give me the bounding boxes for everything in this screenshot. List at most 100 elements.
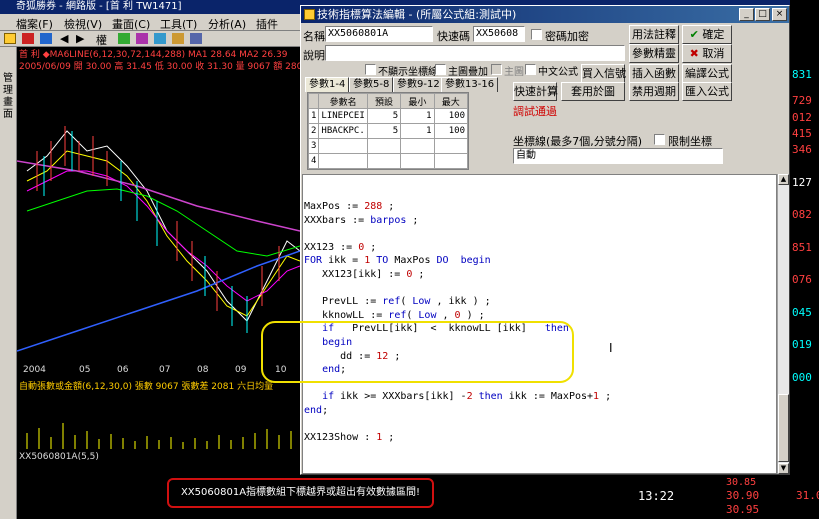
quote-price: 30.95 bbox=[726, 503, 760, 516]
maximize-button[interactable]: □ bbox=[755, 8, 770, 21]
param-min-cell[interactable] bbox=[400, 153, 435, 169]
price-label: 000 bbox=[792, 371, 812, 384]
row-number: 1 bbox=[307, 108, 320, 124]
param-default-cell[interactable] bbox=[366, 153, 402, 169]
window-icon[interactable] bbox=[190, 33, 202, 44]
param-tabs: 參數1-4 參數5-8 參數9-12 參數13-16 bbox=[305, 77, 505, 92]
price-label: 415 bbox=[792, 127, 812, 140]
ok-button[interactable]: ✔ 確定 bbox=[682, 25, 732, 44]
menu-screen[interactable]: 畫面(C) bbox=[112, 16, 150, 32]
menu-tools[interactable]: 工具(T) bbox=[160, 16, 197, 32]
main-overlay-checkbox[interactable] bbox=[435, 64, 446, 75]
import-button[interactable]: 匯入公式 bbox=[682, 82, 732, 101]
tab-params-9-12[interactable]: 參數9-12 bbox=[393, 77, 444, 92]
dialog-title-bar: 技術指標算法編輯 - (所屬公式組:測試中) bbox=[301, 6, 789, 23]
param-max-cell[interactable]: 100 bbox=[433, 108, 469, 124]
close-button[interactable]: × bbox=[772, 8, 787, 21]
param-name-cell[interactable]: HBACKPC. bbox=[318, 123, 368, 139]
x-tick: 09 bbox=[235, 365, 247, 375]
param-max-cell[interactable] bbox=[433, 153, 469, 169]
quick-calc-button[interactable]: 快速計算 bbox=[513, 82, 558, 101]
zoom-icon[interactable] bbox=[154, 33, 166, 44]
axis-lines-input[interactable]: 自動 bbox=[513, 148, 723, 164]
main-checkbox[interactable] bbox=[491, 64, 502, 75]
insert-function-button[interactable]: 插入函數 bbox=[629, 64, 679, 83]
param-min-cell[interactable]: 1 bbox=[400, 108, 435, 124]
price-label: 729 bbox=[792, 94, 812, 107]
encrypt-checkbox[interactable] bbox=[531, 29, 542, 40]
chinese-label: 中文公式 bbox=[538, 67, 578, 78]
param-default-cell[interactable] bbox=[366, 138, 402, 154]
minimize-button[interactable]: _ bbox=[739, 8, 754, 21]
price-scale-panel: 831 729 012 415 346 127 082 851 076 045 … bbox=[790, 0, 819, 519]
rights-button[interactable]: 權 bbox=[96, 32, 107, 48]
left-sidebar[interactable]: 管理畫面 bbox=[0, 47, 17, 519]
scroll-down-icon[interactable]: ▼ bbox=[778, 463, 789, 474]
name-input[interactable]: XX5060801A bbox=[325, 26, 433, 42]
stop-icon[interactable] bbox=[22, 33, 34, 44]
folder-icon[interactable] bbox=[4, 33, 16, 44]
param-max-cell[interactable] bbox=[433, 138, 469, 154]
desc-input[interactable] bbox=[325, 45, 625, 61]
quote-time: 13:22 bbox=[638, 489, 675, 503]
buy-signal-button[interactable]: 買入信號 bbox=[581, 64, 626, 83]
table-row: 3 bbox=[307, 138, 469, 154]
compile-button[interactable]: 編譯公式 bbox=[682, 64, 732, 83]
grid-icon[interactable] bbox=[118, 33, 130, 44]
chinese-checkbox[interactable] bbox=[525, 64, 536, 75]
x-tick: 2004 bbox=[23, 365, 46, 375]
menu-view[interactable]: 檢視(V) bbox=[64, 16, 102, 32]
param-name-cell[interactable] bbox=[318, 153, 368, 169]
indicator-header: 自動張數或金額(6,12,30,0) 張數 9067 張數差 2081 六日均量 bbox=[19, 382, 274, 392]
check-icon: ✔ bbox=[689, 28, 699, 41]
col-header: 最大 bbox=[433, 93, 469, 109]
scroll-up-icon[interactable]: ▲ bbox=[778, 174, 789, 185]
highlight-annotation bbox=[261, 321, 574, 383]
arrow-right-icon[interactable]: ▶ bbox=[76, 32, 84, 45]
col-header: 參數名 bbox=[318, 93, 368, 109]
quote-price: 31.00 bbox=[796, 489, 819, 502]
row-number: 4 bbox=[307, 153, 320, 169]
row-number: 3 bbox=[307, 138, 320, 154]
syntax-button[interactable]: 用法註釋 bbox=[629, 25, 679, 44]
table-row: 4 bbox=[307, 153, 469, 169]
shortcut-input[interactable]: XX50608 bbox=[473, 26, 525, 42]
calendar-icon[interactable] bbox=[172, 33, 184, 44]
chart-icon[interactable] bbox=[40, 33, 52, 44]
x-tick: 05 bbox=[79, 365, 91, 375]
cancel-button[interactable]: ✖ 取消 bbox=[682, 44, 732, 63]
params-button[interactable]: 參數精靈 bbox=[629, 44, 679, 63]
tab-params-5-8[interactable]: 參數5-8 bbox=[349, 77, 394, 92]
app-icon bbox=[304, 9, 315, 20]
editor-scrollbar[interactable]: ▲ ▼ bbox=[777, 174, 789, 474]
price-label: 082 bbox=[792, 208, 812, 221]
app-menu-bar: 檔案(F) 檢視(V) 畫面(C) 工具(T) 分析(A) 插件 bbox=[0, 14, 300, 31]
price-label: 346 bbox=[792, 143, 812, 156]
param-min-cell[interactable] bbox=[400, 138, 435, 154]
menu-plugin[interactable]: 插件 bbox=[256, 16, 278, 32]
param-min-cell[interactable]: 1 bbox=[400, 123, 435, 139]
arrow-left-icon[interactable]: ◀ bbox=[60, 32, 68, 45]
sidebar-label: 管理畫面 bbox=[3, 73, 13, 120]
x-tick: 06 bbox=[117, 365, 129, 375]
indicator-icon[interactable] bbox=[136, 33, 148, 44]
disable-period-button[interactable]: 禁用週期 bbox=[629, 82, 679, 101]
menu-file[interactable]: 檔案(F) bbox=[16, 16, 53, 32]
limit-axis-checkbox[interactable] bbox=[654, 134, 665, 145]
scroll-thumb[interactable] bbox=[778, 394, 789, 462]
param-default-cell[interactable]: 5 bbox=[366, 123, 402, 139]
menu-analysis[interactable]: 分析(A) bbox=[208, 16, 246, 32]
param-name-cell[interactable]: LINEPCEI bbox=[318, 108, 368, 124]
x-tick: 08 bbox=[197, 365, 209, 375]
desc-label: 說明 bbox=[303, 49, 325, 62]
param-name-cell[interactable] bbox=[318, 138, 368, 154]
tab-params-1-4[interactable]: 參數1-4 bbox=[305, 77, 350, 92]
apply-to-chart-button[interactable]: 套用於圖 bbox=[561, 82, 625, 101]
param-default-cell[interactable]: 5 bbox=[366, 108, 402, 124]
tab-params-13-16[interactable]: 參數13-16 bbox=[441, 77, 499, 92]
param-max-cell[interactable]: 100 bbox=[433, 123, 469, 139]
hide-axis-checkbox[interactable] bbox=[365, 64, 376, 75]
price-chart[interactable]: 首 利 ◆MA6LINE(6,12,30,72,144,288) MA1 28.… bbox=[17, 47, 308, 519]
formula-editor-dialog: 技術指標算法編輯 - (所屬公式組:測試中) _ □ × 名稱 XX506080… bbox=[300, 5, 790, 475]
table-row: 2 HBACKPC. 5 1 100 bbox=[307, 123, 469, 139]
